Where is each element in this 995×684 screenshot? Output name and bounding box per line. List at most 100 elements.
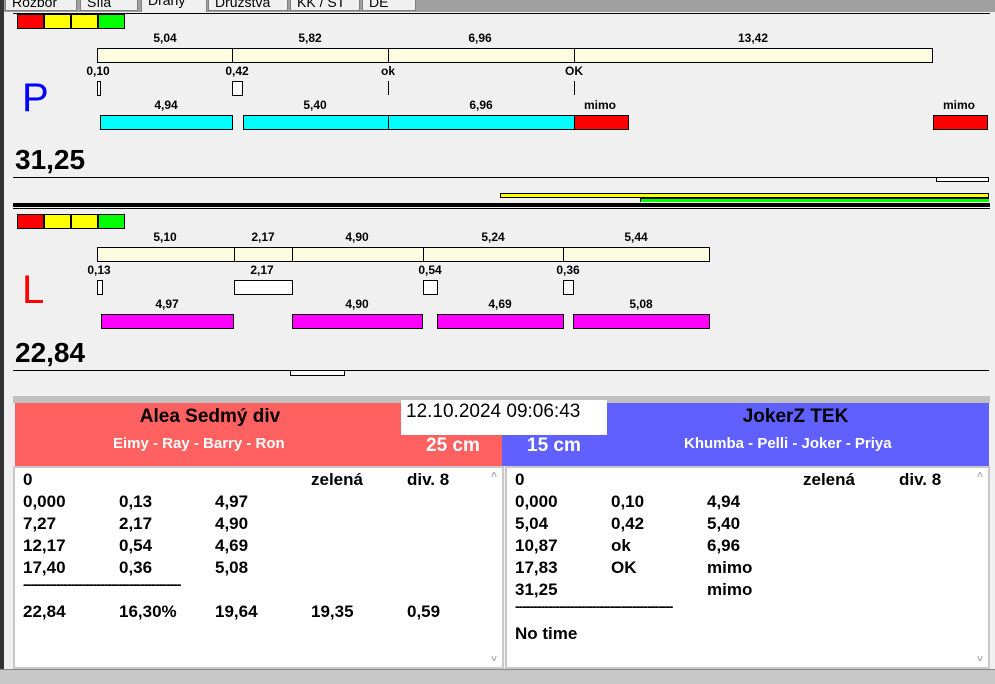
list-cell: 12,17 — [23, 536, 66, 555]
list-cell: mimo — [707, 580, 753, 599]
team-right-distance: 15 cm — [527, 435, 581, 456]
list-cell: div. 8 — [899, 470, 942, 489]
result-label: 4,69 — [488, 297, 512, 311]
lane-baseline — [13, 177, 989, 178]
tab-druzstva[interactable]: Družstva — [208, 0, 288, 11]
tab-bar: Rozbor Síla Dráhy Družstva KK / ST DE — [0, 0, 995, 12]
miss-bar — [574, 115, 629, 130]
offset-label: 0,10 — [86, 64, 110, 78]
list-cell: mimo — [707, 558, 753, 577]
scroll-down-icon[interactable]: ˅ — [486, 654, 502, 665]
result-bar — [101, 314, 234, 329]
tab-sila[interactable]: Síla — [80, 0, 138, 11]
offset-label: OK — [565, 64, 583, 78]
offset-label: 0,42 — [225, 64, 249, 78]
scrollbar[interactable]: ˄ ˅ — [972, 468, 988, 667]
list-cell: 16,30% — [119, 602, 177, 621]
offset-box — [97, 280, 103, 295]
list-cell: 10,87 — [515, 536, 558, 555]
lamp-green — [98, 214, 125, 229]
scrollbar[interactable]: ˄ ˅ — [486, 468, 502, 667]
list-cell: 4,97 — [215, 492, 249, 511]
segment-bar — [563, 247, 710, 262]
list-cell: 17,40 — [23, 558, 66, 577]
segment-bar — [232, 48, 389, 63]
list-cell: 17,83 — [515, 558, 558, 577]
list-cell: 5,04 — [515, 514, 549, 533]
scroll-down-icon[interactable]: ˅ — [972, 654, 988, 665]
list-cell: 19,64 — [215, 602, 258, 621]
scroll-up-icon[interactable]: ˄ — [486, 470, 502, 481]
lane-side-label: P — [22, 76, 49, 120]
list-cell: ok — [611, 536, 631, 555]
list-cell: 6,96 — [707, 536, 741, 555]
segment-bar — [234, 247, 293, 262]
list-separator: ----------------------------------------… — [515, 598, 673, 614]
offset-box — [232, 81, 243, 96]
throw-label: 5,44 — [624, 230, 648, 244]
throw-label: 13,42 — [737, 31, 769, 45]
team-right-list[interactable]: 0 zelená div. 8 0,000 0,10 4,94 5,04 0,42 5,40… — [505, 466, 990, 669]
result-label: 5,08 — [629, 297, 653, 311]
list-cell: 5,40 — [707, 514, 741, 533]
lamp-yellow — [71, 214, 98, 229]
offset-label: 0,13 — [87, 263, 111, 277]
throw-label: 5,04 — [153, 31, 177, 45]
lamp-green — [98, 14, 125, 29]
result-label: 6,96 — [469, 98, 493, 112]
segment-bar — [292, 247, 424, 262]
lane-baseline — [13, 370, 989, 371]
tab-kk-st[interactable]: KK / ST — [290, 0, 360, 11]
result-label: 4,97 — [155, 297, 179, 311]
offset-label: 2,17 — [250, 263, 274, 277]
segment-bar — [97, 247, 235, 262]
list-cell: 4,94 — [707, 492, 741, 511]
throw-label: 5,82 — [298, 31, 322, 45]
miss-bar — [933, 115, 988, 130]
list-separator: ----------------------------------------… — [23, 576, 181, 592]
result-bar — [292, 314, 423, 329]
scroll-up-icon[interactable]: ˄ — [972, 470, 988, 481]
list-summary-row: No time — [515, 624, 578, 643]
result-label: 4,90 — [345, 297, 369, 311]
position-marker — [936, 177, 989, 182]
result-label: 5,40 — [303, 98, 327, 112]
list-cell: 31,25 — [515, 580, 558, 599]
list-cell: 0,000 — [515, 492, 558, 511]
list-cell: 5,08 — [215, 558, 249, 577]
throw-label: 5,10 — [153, 230, 177, 244]
list-cell: 4,69 — [215, 536, 249, 555]
tab-rozbor[interactable]: Rozbor — [5, 0, 77, 11]
list-cell: 4,90 — [215, 514, 249, 533]
list-cell: 0,000 — [23, 492, 66, 511]
status-strip — [0, 669, 995, 684]
team-left-list[interactable]: 0 zelená div. 8 0,000 0,13 4,97 7,27 2,17 4,90… — [13, 466, 504, 669]
segment-bar — [97, 48, 233, 63]
result-bar — [100, 115, 233, 130]
list-cell: 19,35 — [311, 602, 354, 621]
list-cell: 0,42 — [611, 514, 645, 533]
tab-de[interactable]: DE — [362, 0, 416, 11]
list-cell: 7,27 — [23, 514, 57, 533]
position-marker — [290, 370, 345, 376]
team-left-members: Eimy - Ray - Barry - Ron — [113, 435, 285, 452]
offset-tick — [574, 81, 575, 95]
list-cell: 0 — [23, 470, 33, 489]
team-left-name: Alea Sedmý div — [139, 406, 281, 427]
offset-box — [97, 81, 101, 96]
result-label: 4,94 — [154, 98, 178, 112]
segment-bar — [388, 48, 575, 63]
offset-box — [234, 280, 293, 295]
segment-bar — [574, 48, 933, 63]
result-bar — [243, 115, 389, 130]
list-cell: 22,84 — [23, 602, 66, 621]
lane-side-label: L — [22, 268, 45, 312]
offset-label: ok — [380, 64, 396, 78]
tab-drahy[interactable]: Dráhy — [141, 0, 207, 12]
list-cell: 0,59 — [407, 602, 441, 621]
lane-total: 22,84 — [15, 337, 86, 368]
list-cell: 0,54 — [119, 536, 153, 555]
offset-tick — [388, 81, 389, 95]
list-cell: div. 8 — [407, 470, 450, 489]
list-cell: 0,10 — [611, 492, 645, 511]
